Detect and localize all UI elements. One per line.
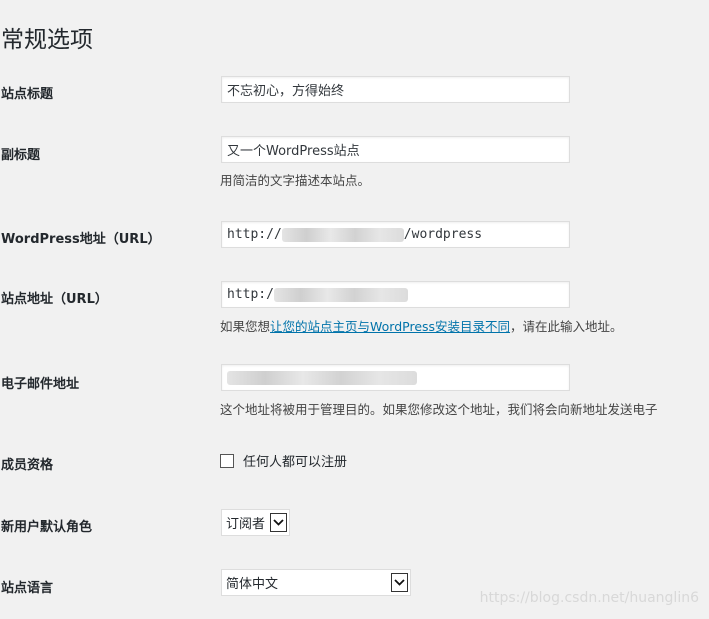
tagline-description: 用简洁的文字描述本站点。 bbox=[220, 173, 371, 188]
site-url-input[interactable]: http:/ bbox=[221, 281, 570, 308]
default-role-select[interactable]: 订阅者 bbox=[221, 509, 290, 536]
site-url-redacted bbox=[273, 287, 408, 302]
membership-checkbox[interactable] bbox=[220, 453, 234, 468]
site-url-help-link[interactable]: 让您的站点主页与WordPress安装目录不同 bbox=[270, 319, 510, 334]
site-language-value: 简体中文 bbox=[226, 577, 279, 592]
site-title-value: 不忘初心，方得始终 bbox=[227, 84, 345, 99]
site-language-select[interactable]: 简体中文 bbox=[221, 569, 411, 596]
site-language-label: 站点语言 bbox=[1, 581, 54, 596]
admin-email-label: 电子邮件地址 bbox=[1, 377, 80, 392]
page-title: 常规选项 bbox=[1, 27, 93, 53]
site-url-label: 站点地址（URL） bbox=[1, 292, 108, 307]
wordpress-url-redacted bbox=[281, 227, 404, 242]
site-url-desc-after: ，请在此输入地址。 bbox=[510, 319, 623, 334]
site-title-input[interactable]: 不忘初心，方得始终 bbox=[221, 76, 570, 103]
chevron-down-icon[interactable] bbox=[270, 513, 287, 532]
admin-email-redacted bbox=[227, 370, 417, 385]
wordpress-url-input[interactable]: http:// /wordpress bbox=[221, 221, 570, 248]
wordpress-url-label: WordPress地址（URL） bbox=[1, 232, 161, 247]
membership-checkbox-label[interactable]: 任何人都可以注册 bbox=[243, 451, 347, 470]
admin-email-input[interactable] bbox=[221, 364, 570, 391]
wordpress-url-suffix: /wordpress bbox=[403, 227, 483, 242]
tagline-label: 副标题 bbox=[1, 148, 41, 163]
admin-email-description: 这个地址将被用于管理目的。如果您修改这个地址，我们将会向新地址发送电子 bbox=[220, 402, 658, 417]
chevron-down-icon[interactable] bbox=[391, 573, 408, 592]
membership-checkbox-row[interactable]: 任何人都可以注册 bbox=[220, 451, 347, 470]
watermark: https://blog.csdn.net/huanglin6 bbox=[479, 590, 699, 606]
default-role-label: 新用户默认角色 bbox=[1, 520, 93, 535]
default-role-value: 订阅者 bbox=[226, 517, 266, 532]
membership-label: 成员资格 bbox=[1, 458, 54, 473]
wordpress-url-prefix: http:// bbox=[227, 227, 282, 242]
site-url-desc-before: 如果您想 bbox=[220, 319, 271, 334]
tagline-input[interactable]: 又一个WordPress站点 bbox=[221, 136, 570, 163]
site-title-label: 站点标题 bbox=[1, 87, 54, 102]
tagline-value: 又一个WordPress站点 bbox=[227, 144, 360, 159]
site-url-prefix: http:/ bbox=[227, 287, 274, 302]
site-url-description: 如果您想让您的站点主页与WordPress安装目录不同，请在此输入地址。 bbox=[220, 316, 623, 335]
